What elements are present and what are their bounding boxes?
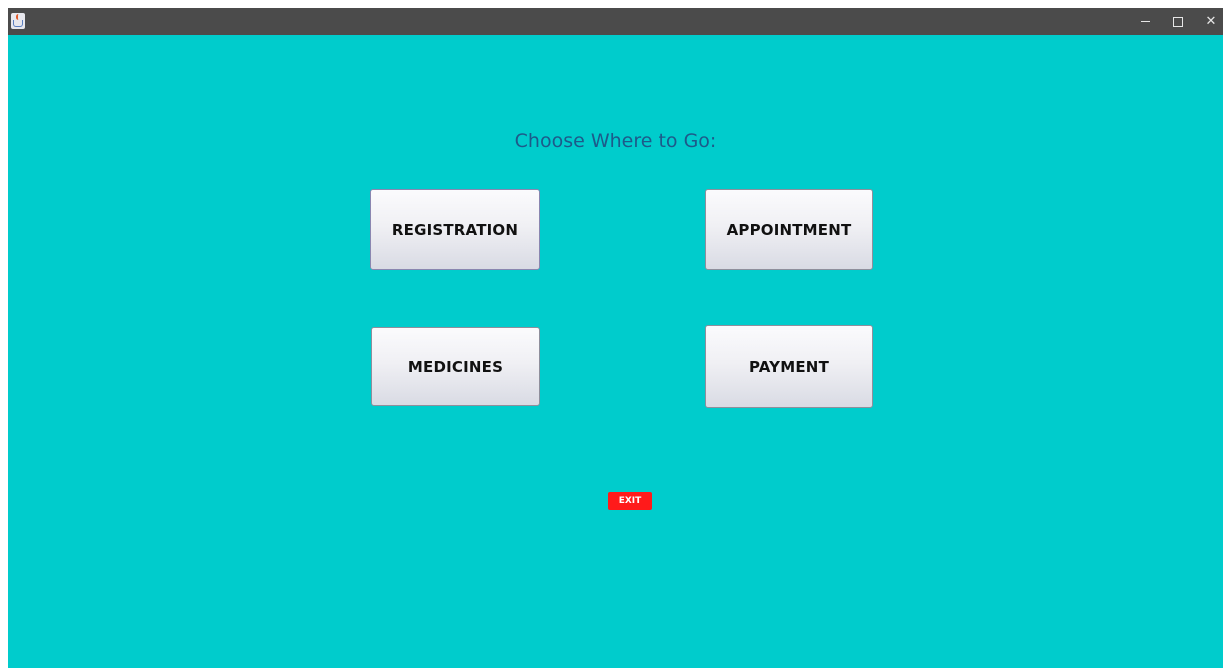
medicines-button-label: MEDICINES (407, 357, 504, 376)
payment-button[interactable]: PAYMENT (705, 325, 873, 408)
app-window: ✕ Choose Where to Go: REGISTRATION APPOI… (8, 8, 1223, 668)
page-title: Choose Where to Go: (514, 130, 717, 152)
close-button[interactable]: ✕ (1194, 8, 1223, 35)
appointment-button-label: APPOINTMENT (726, 220, 852, 239)
payment-button-label: PAYMENT (748, 357, 829, 376)
java-cup-icon[interactable] (11, 13, 25, 29)
medicines-button[interactable]: MEDICINES (371, 327, 540, 406)
title-bar[interactable]: ✕ (8, 8, 1223, 35)
registration-button-label: REGISTRATION (391, 220, 519, 239)
appointment-button[interactable]: APPOINTMENT (705, 189, 873, 270)
minimize-icon (1140, 21, 1150, 22)
maximize-button[interactable] (1161, 8, 1195, 35)
exit-button[interactable]: EXIT (608, 492, 652, 510)
close-icon: ✕ (1205, 14, 1217, 29)
registration-button[interactable]: REGISTRATION (370, 189, 540, 270)
maximize-icon (1173, 16, 1183, 27)
exit-button-label: EXIT (618, 496, 642, 506)
minimize-button[interactable] (1128, 8, 1162, 35)
